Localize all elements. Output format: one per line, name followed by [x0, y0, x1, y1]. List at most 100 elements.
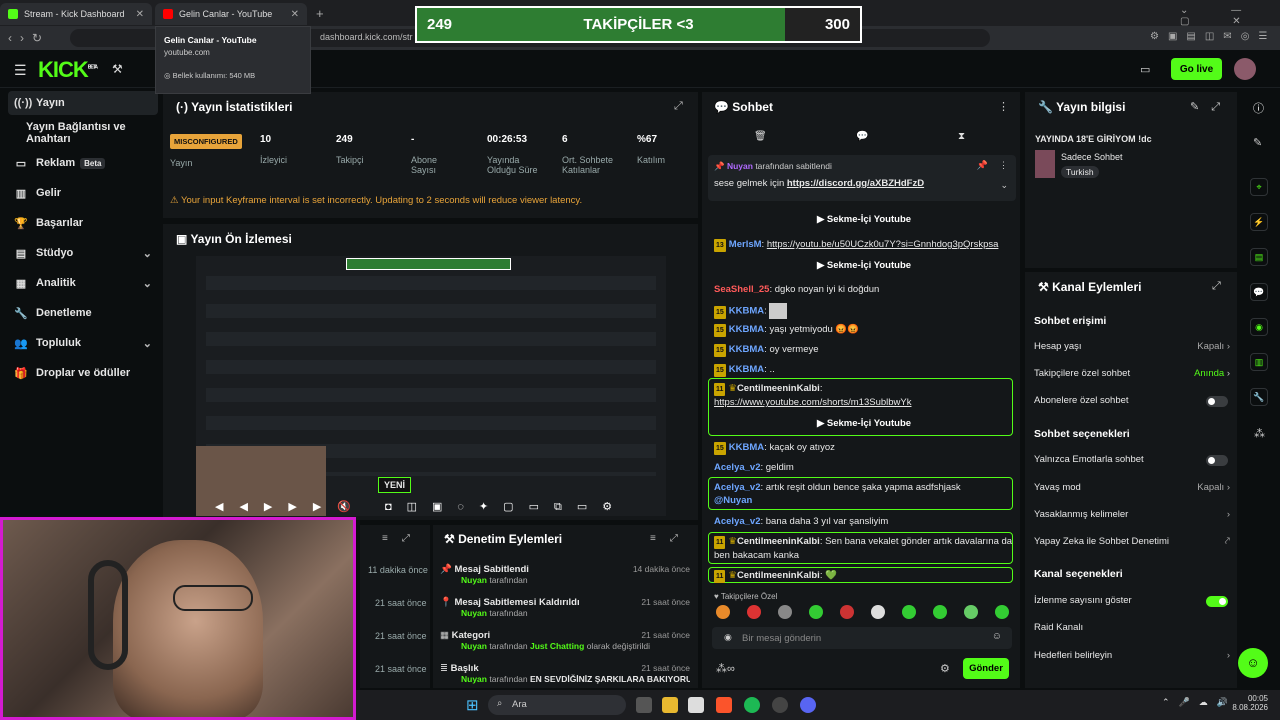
tag-badge[interactable]: Turkish	[1061, 166, 1099, 178]
chat-username[interactable]: CentilmeeninKalbi	[737, 383, 820, 394]
row-banned-words[interactable]: Yasaklanmış kelimeler ›	[1034, 509, 1230, 523]
chevron-down-icon[interactable]: ⌄	[1000, 180, 1008, 191]
spotify-icon[interactable]	[744, 697, 760, 713]
youtube-link-button[interactable]: ▶ Sekme-İçi Youtube	[714, 418, 1014, 436]
windows-start-icon[interactable]: ⊞	[466, 696, 479, 714]
youtube-link-button[interactable]: ▶ Sekme-İçi Youtube	[714, 260, 1014, 278]
chat-input[interactable]: ◉ Bir mesaj gönderin ☺	[712, 627, 1012, 649]
chat-username[interactable]: Acelya_v2	[714, 462, 760, 473]
pin-icon[interactable]: ⚒	[112, 62, 123, 76]
obs-icon[interactable]	[772, 697, 788, 713]
emote-icon[interactable]	[871, 605, 885, 619]
tab-youtube[interactable]: Gelin Canlar - YouTube ✕	[155, 3, 307, 25]
settings-icons[interactable]: ⁂∞	[716, 662, 735, 675]
chat-username[interactable]: KKBMA	[729, 306, 764, 317]
expand-icon[interactable]: ⤢	[1212, 280, 1221, 293]
sidebar-item-stream-key[interactable]: Yayın Bağlantısı ve Anahtarı	[8, 121, 158, 145]
filter-icon[interactable]: ≡⤢	[650, 533, 692, 544]
row-account-age[interactable]: Hesap yaşı Kapalı ›	[1034, 341, 1230, 355]
brave-icon[interactable]	[716, 697, 732, 713]
viewcount-toggle[interactable]	[1206, 596, 1228, 607]
emote-icon[interactable]	[995, 605, 1009, 619]
emote-only-toggle[interactable]	[1206, 455, 1228, 466]
chat-username[interactable]: CentilmeeninKalbi	[737, 570, 820, 581]
edit-icon[interactable]: ✎	[1253, 136, 1262, 149]
close-icon[interactable]: ✕	[291, 9, 299, 20]
chat-username[interactable]: KKBMA	[729, 442, 764, 453]
pin-icon[interactable]: 📌	[977, 160, 988, 171]
rail-share-icon[interactable]: ⁂	[1254, 427, 1265, 440]
row-show-viewcount[interactable]: İzlenme sayısını göster	[1034, 595, 1230, 609]
sidebar-item-reklam[interactable]: ▭ Reklam Beta	[8, 151, 158, 175]
taskview-icon[interactable]	[636, 697, 652, 713]
store-icon[interactable]	[688, 697, 704, 713]
rail-wrench-icon[interactable]: 🔧	[1250, 388, 1268, 406]
tray-icons[interactable]: ⌃🎤☁🔊	[1162, 697, 1237, 708]
theater-icon[interactable]: ▭	[1140, 63, 1150, 76]
taskbar-search[interactable]: Ara ⌕	[488, 695, 626, 715]
support-chat-button[interactable]: ☺	[1238, 648, 1268, 678]
sidebar-item-droplar[interactable]: 🎁 Droplar ve ödüller	[8, 361, 158, 385]
emote-icon[interactable]	[716, 605, 730, 619]
emote-icon[interactable]	[964, 605, 978, 619]
emote-icon[interactable]	[902, 605, 916, 619]
chat-text[interactable]: https://www.youtube.com/shorts/m13Sublbw…	[714, 397, 911, 408]
chat-username[interactable]: MerlsM	[729, 239, 762, 250]
sidebar-item-gelir[interactable]: ▥ Gelir	[8, 181, 158, 205]
hourglass-icon[interactable]: ⧗	[958, 131, 965, 142]
emote-icon[interactable]	[778, 605, 792, 619]
go-live-button[interactable]: Go live	[1171, 58, 1222, 80]
sidebar-item-topluluk[interactable]: 👥 Topluluk ⌄	[8, 331, 158, 355]
chat-username[interactable]: CentilmeeninKalbi	[737, 536, 820, 547]
info-icon[interactable]: ⓘ	[1253, 100, 1264, 116]
preview-controls[interactable]: ◀◀▶▶▶🔇	[215, 500, 367, 513]
close-icon[interactable]: ✕	[136, 9, 144, 20]
emote-icon[interactable]	[747, 605, 761, 619]
preview-tools[interactable]: ◘◫▣◌✦▢▭⧉▭⚙	[385, 500, 627, 514]
gear-icon[interactable]: ⚙	[940, 662, 950, 675]
category-name[interactable]: Sadece Sohbet	[1061, 152, 1123, 162]
chat-username[interactable]: Acelya_v2	[714, 482, 760, 493]
emote-icon[interactable]	[809, 605, 823, 619]
row-ai-moderation[interactable]: Yapay Zeka ile Sohbet Denetimi ⤤	[1034, 536, 1230, 550]
chat-username[interactable]: SeaShell_25	[714, 284, 769, 295]
discord-icon[interactable]	[800, 697, 816, 713]
expand-icon[interactable]: ⤢	[674, 100, 683, 113]
emote-icon[interactable]	[933, 605, 947, 619]
row-subs-only[interactable]: Abonelere özel sohbet	[1034, 395, 1230, 409]
rail-scan-icon[interactable]: ⌖	[1250, 178, 1268, 196]
kick-logo[interactable]: KICKBETA	[38, 57, 98, 83]
row-followers-only[interactable]: Takipçilere özel sohbet Anında ›	[1034, 368, 1230, 382]
nav-buttons[interactable]: ‹›↻	[8, 31, 50, 45]
sidebar-item-studyo[interactable]: ▤ Stüdyo ⌄	[8, 241, 158, 265]
row-emote-only[interactable]: Yalnızca Emotlarla sohbet	[1034, 454, 1230, 468]
rail-doc-icon[interactable]: ▤	[1250, 248, 1268, 266]
subs-only-toggle[interactable]	[1206, 396, 1228, 407]
stream-preview-video[interactable]	[196, 256, 666, 516]
avatar[interactable]	[1234, 58, 1256, 80]
menu-icon[interactable]: ☰	[14, 62, 27, 79]
more-icon[interactable]: ⋮	[999, 160, 1008, 171]
new-tab-icon[interactable]: +	[316, 6, 324, 21]
chat-username[interactable]: KKBMA	[729, 364, 764, 375]
row-slow-mode[interactable]: Yavaş mod Kapalı ›	[1034, 482, 1230, 496]
trash-icon[interactable]: 🗑	[754, 131, 767, 142]
rail-chat-icon[interactable]: 💬	[1250, 283, 1268, 301]
rail-layout-icon[interactable]: ▥	[1250, 353, 1268, 371]
row-raid-channel[interactable]: Raid Kanalı	[1034, 622, 1230, 636]
youtube-link-button[interactable]: ▶ Sekme-İçi Youtube	[714, 214, 1014, 232]
sidebar-item-analitik[interactable]: ▦ Analitik ⌄	[8, 271, 158, 295]
window-controls[interactable]: ⌄ — ▢ ✕	[1180, 5, 1280, 27]
chat-username[interactable]: Acelya_v2	[714, 516, 760, 527]
explorer-icon[interactable]	[662, 697, 678, 713]
chat-text[interactable]: https://youtu.be/u50UCzk0u7Y?si=Gnnhdog3…	[767, 239, 999, 250]
chat-username[interactable]: KKBMA	[729, 324, 764, 335]
pinned-link[interactable]: https://discord.gg/aXBZHdFzD	[787, 178, 924, 189]
rail-broadcast-icon[interactable]: ◉	[1250, 318, 1268, 336]
sidebar-item-yayin[interactable]: ((·)) Yayın	[8, 91, 158, 115]
emoji-icon[interactable]: ☺	[992, 631, 1002, 642]
emote-icon[interactable]	[840, 605, 854, 619]
tab-kick-dashboard[interactable]: Stream - Kick Dashboard ✕	[0, 3, 152, 25]
row-set-goals[interactable]: Hedefleri belirleyin ›	[1034, 650, 1230, 664]
sidebar-item-denetleme[interactable]: 🔧 Denetleme	[8, 301, 158, 325]
